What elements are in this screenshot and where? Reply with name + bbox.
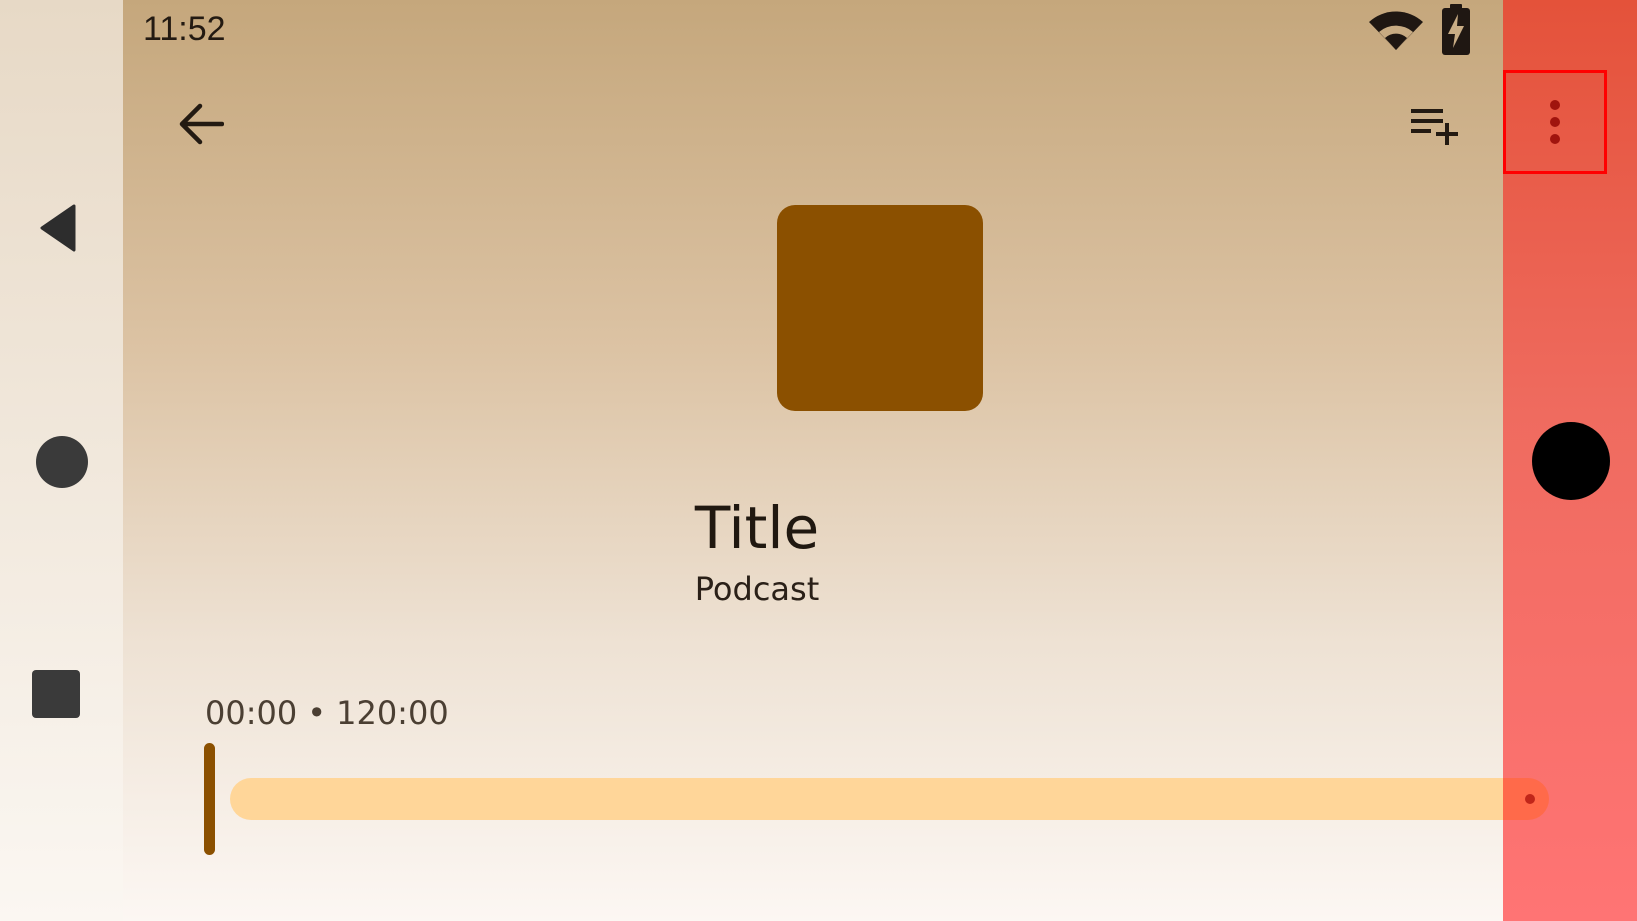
more-options-button[interactable] [1503, 70, 1607, 174]
seek-handle[interactable] [204, 743, 215, 855]
arrow-back-icon [179, 103, 224, 145]
seek-bar[interactable] [230, 778, 1576, 820]
system-navigation-bar [0, 0, 123, 921]
time-separator: • [307, 694, 327, 732]
nav-back-button[interactable] [30, 196, 86, 260]
seek-bar-end-dot [1525, 794, 1535, 804]
nav-back-triangle-icon [40, 204, 76, 252]
battery-charging-icon [1442, 4, 1470, 55]
playback-time: 00:00 • 120:00 [205, 694, 449, 732]
nav-recents-button[interactable] [26, 664, 86, 724]
wifi-icon [1369, 11, 1423, 50]
player-screen: 11:52 Title Podcast 00:00 • 120:00 [123, 0, 1576, 921]
podcast-artwork [777, 205, 983, 411]
episode-title: Title [694, 494, 820, 562]
nav-home-button[interactable] [30, 430, 94, 494]
podcast-name: Podcast [694, 570, 820, 608]
nav-home-circle-icon [36, 436, 88, 488]
total-duration: 120:00 [336, 694, 449, 732]
status-icons [1367, 4, 1471, 56]
screen: 11:52 Title Podcast 00:00 • 120:00 [0, 0, 1637, 921]
playlist-add-icon [1411, 109, 1458, 145]
nav-recents-square-icon [32, 670, 80, 718]
back-button[interactable] [173, 96, 229, 152]
add-to-queue-button[interactable] [1403, 98, 1467, 154]
more-vert-icon [1550, 100, 1560, 144]
status-time: 11:52 [143, 10, 226, 48]
elapsed-time: 00:00 [205, 694, 298, 732]
touch-indicator [1532, 422, 1610, 500]
